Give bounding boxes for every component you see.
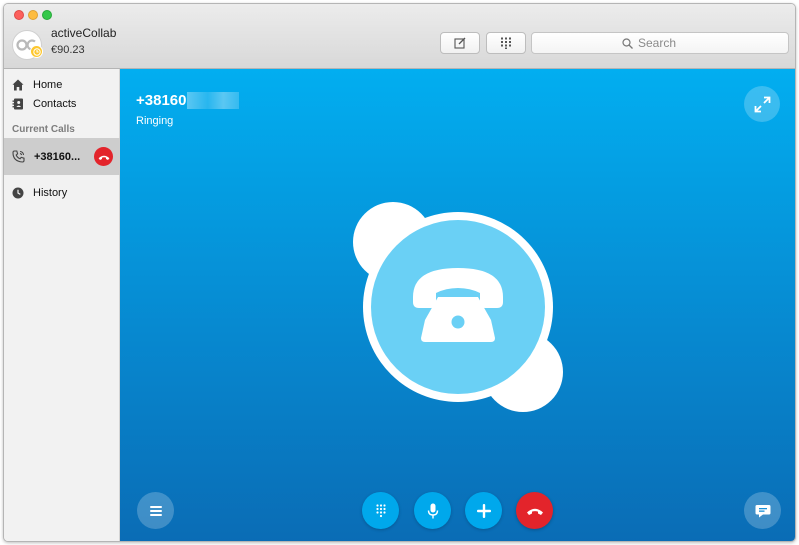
callee-number-text: +38160 <box>136 92 187 109</box>
search-box[interactable] <box>531 32 789 54</box>
dialpad-call-button[interactable] <box>362 492 399 529</box>
expand-icon <box>754 96 770 112</box>
sidebar: Home Contacts Current Calls +38160... Hi… <box>4 69 120 541</box>
current-call-label: +38160... <box>34 150 81 163</box>
window-close-button[interactable] <box>14 10 24 20</box>
sidebar-item-home[interactable]: Home <box>4 76 120 94</box>
microphone-icon <box>427 503 438 518</box>
hang-up-icon <box>526 508 543 515</box>
sidebar-item-label: History <box>33 187 68 199</box>
add-participant-button[interactable] <box>465 492 502 529</box>
call-status: Ringing <box>136 115 174 127</box>
skype-logo-phone-icon <box>353 202 563 412</box>
sidebar-item-label: Home <box>33 79 63 91</box>
dialpad-button[interactable] <box>486 32 526 54</box>
mute-button[interactable] <box>414 492 451 529</box>
menu-icon <box>149 505 162 516</box>
account-credit: €90.23 <box>51 44 85 56</box>
sidebar-item-label: Contacts <box>33 98 77 110</box>
dialpad-icon <box>501 37 511 49</box>
redacted-number-block <box>187 92 240 109</box>
plus-icon <box>476 503 491 518</box>
dialpad-icon <box>375 503 386 517</box>
search-input[interactable] <box>638 36 698 50</box>
callee-number: +38160 <box>136 92 240 109</box>
phone-icon <box>12 150 25 163</box>
call-view: +38160 Ringing <box>120 69 795 541</box>
sidebar-item-contacts[interactable]: Contacts <box>4 95 120 113</box>
clock-status-icon <box>30 45 43 58</box>
home-icon <box>12 79 24 91</box>
menu-button[interactable] <box>137 492 174 529</box>
compose-icon <box>454 37 466 49</box>
contacts-icon <box>12 98 23 110</box>
window-zoom-button[interactable] <box>42 10 52 20</box>
chat-button[interactable] <box>744 492 781 529</box>
account-name[interactable]: activeCollab <box>51 26 116 40</box>
sidebar-hang-up-button[interactable] <box>94 147 113 166</box>
compose-button[interactable] <box>440 32 480 54</box>
search-icon <box>622 37 633 49</box>
sidebar-item-current-call[interactable]: +38160... <box>4 138 120 175</box>
skype-window: activeCollab €90.23 Search Home Contacts… <box>3 3 796 542</box>
window-minimize-button[interactable] <box>28 10 38 20</box>
current-calls-heading: Current Calls <box>12 124 75 135</box>
sidebar-item-history[interactable]: History <box>4 184 120 202</box>
hang-up-icon <box>98 155 109 160</box>
clock-icon <box>12 187 24 199</box>
chat-icon <box>755 504 770 517</box>
expand-button[interactable] <box>744 86 780 122</box>
hang-up-button[interactable] <box>516 492 553 529</box>
title-bar: activeCollab €90.23 <box>4 4 795 69</box>
